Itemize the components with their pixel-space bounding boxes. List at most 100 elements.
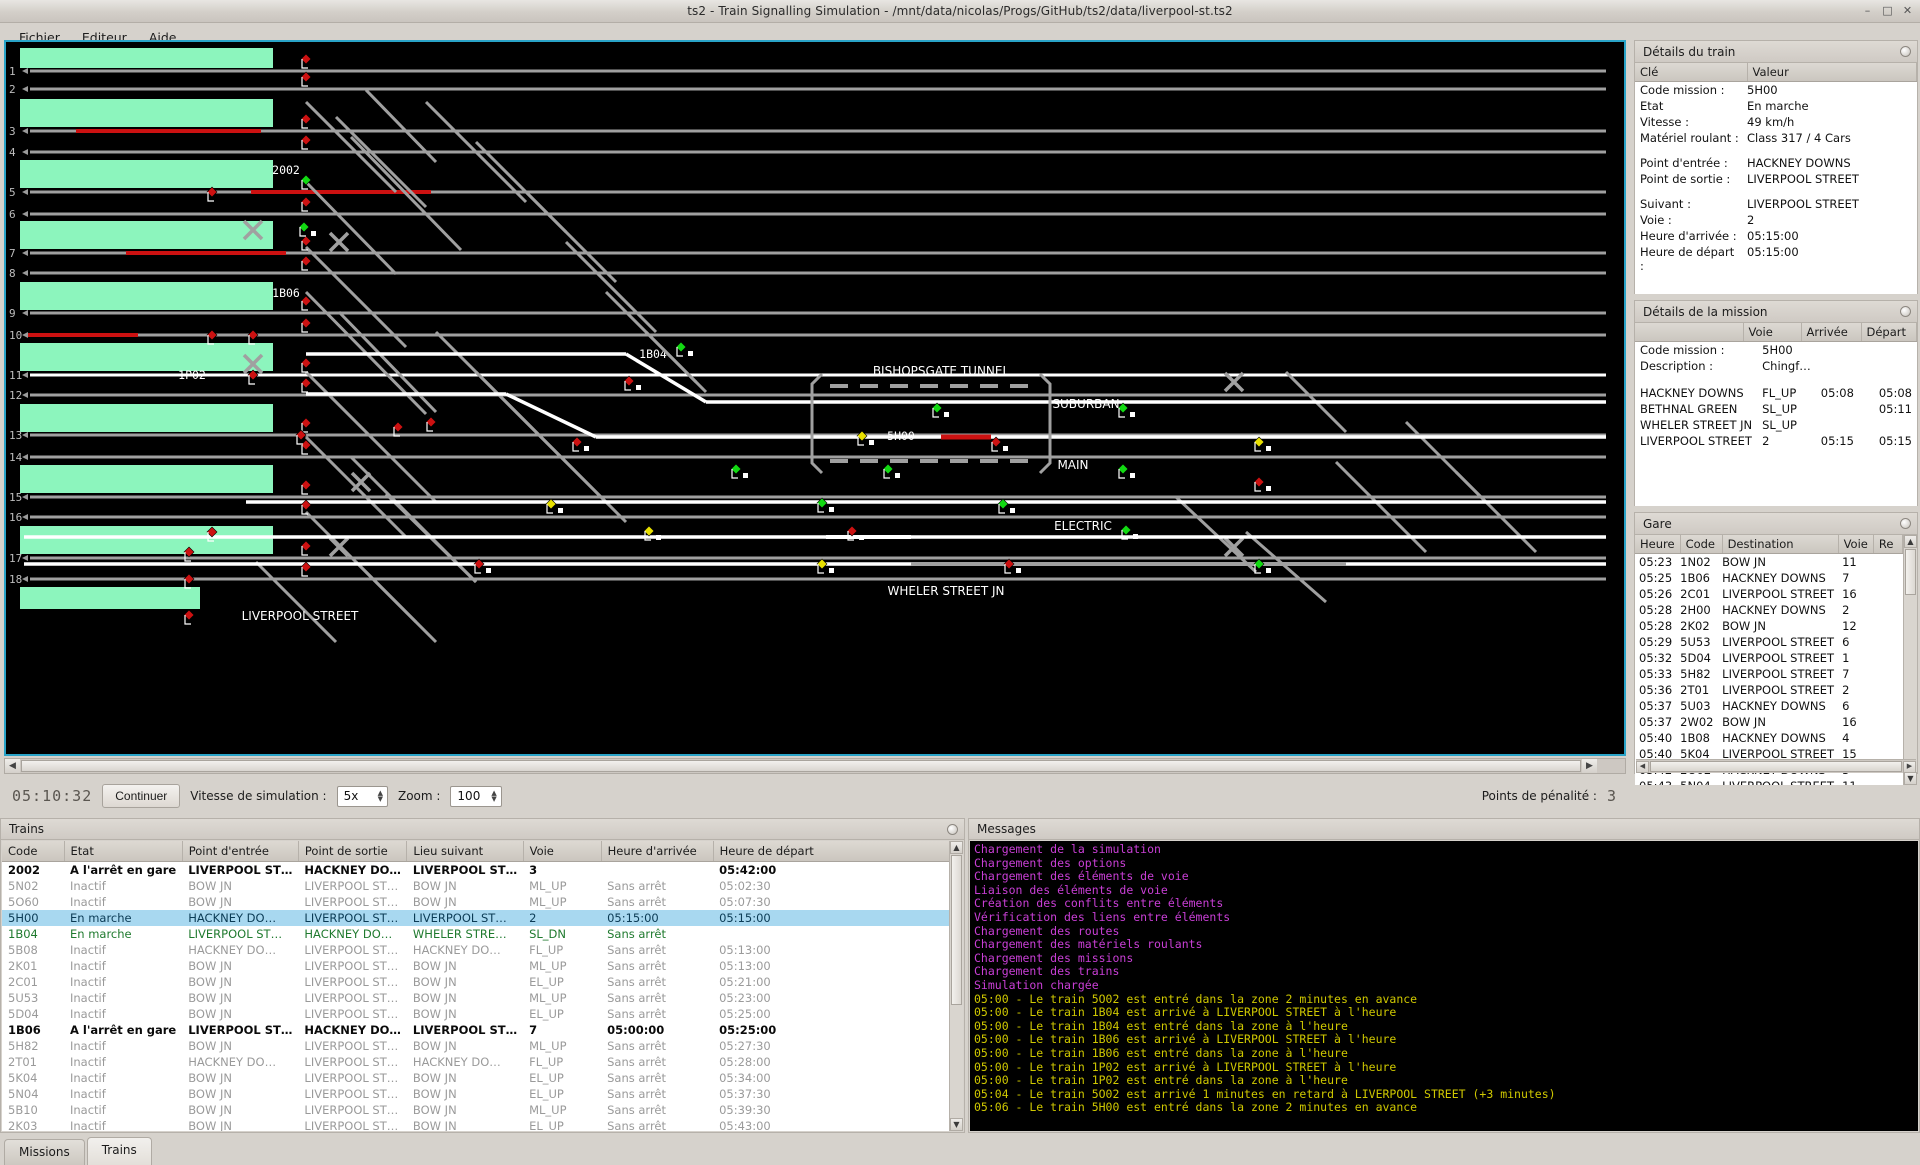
signal-red[interactable] [425, 416, 437, 432]
trains-table-row[interactable]: 5H82 Inactif BOW JN LIVERPOOL ST… BOW JN ML_U… [2, 1038, 950, 1054]
junction-diagonal[interactable] [254, 560, 338, 644]
trains-col-code[interactable]: Code [2, 841, 65, 862]
scroll-left-icon[interactable]: ◀ [5, 759, 20, 773]
trains-table-row[interactable]: 5N02 Inactif BOW JN LIVERPOOL ST… BOW JN ML_U… [2, 878, 950, 894]
tab-missions[interactable]: Missions [4, 1139, 85, 1165]
float-panel-icon[interactable] [1900, 46, 1911, 57]
mission-col-depart[interactable]: Départ [1861, 323, 1917, 342]
signal-red[interactable] [571, 436, 583, 452]
train-detail-row[interactable]: Voie : 2 [1635, 212, 1917, 228]
track-diagram-panel[interactable]: 1 2 3 4 5 6 7 8 9 10 11 12 13 14 15 16 17 18 2002 1B06 1P02 1… [4, 40, 1626, 756]
signal-green[interactable] [298, 221, 310, 237]
trains-table-row[interactable]: 5B08 Inactif HACKNEY DO… LIVERPOOL ST… HACKN… [2, 942, 950, 958]
float-panel-icon[interactable] [1900, 306, 1911, 317]
mission-header-row[interactable]: Description : Chingf… [1635, 358, 1917, 374]
trains-table-row[interactable]: 5O60 Inactif BOW JN LIVERPOOL ST… BOW JN ML_U… [2, 894, 950, 910]
trains-col-voie[interactable]: Voie [523, 841, 602, 862]
trains-col-arrivee[interactable]: Heure d'arrivée [601, 841, 714, 862]
scroll-thumb[interactable] [951, 855, 962, 1005]
trains-table-row[interactable]: 2002 A l'arrêt en gare LIVERPOOL ST… HACKNE… [2, 862, 950, 879]
mission-col-blank[interactable] [1635, 323, 1744, 342]
signal-red[interactable] [300, 540, 312, 556]
zoom-stepper-icon[interactable]: ▲ ▼ [491, 790, 498, 803]
trains-table-row[interactable]: 2T01 Inactif HACKNEY DO… LIVERPOOL ST… HACKN… [2, 1054, 950, 1070]
mission-col-arrivee[interactable]: Arrivée [1801, 323, 1862, 342]
signal-red[interactable] [247, 329, 259, 345]
signal-red[interactable] [206, 186, 218, 202]
scroll-down-icon[interactable]: ▼ [1904, 772, 1917, 785]
trains-table-row[interactable]: 2K03 Inactif BOW JN LIVERPOOL ST… BOW JN EL_U… [2, 1118, 950, 1131]
tab-trains[interactable]: Trains [86, 1137, 152, 1165]
gare-col-heure[interactable]: Heure [1635, 535, 1681, 554]
gare-row[interactable]: 05:435N04LIVERPOOL STREET11 [1635, 778, 1903, 785]
trains-table-row[interactable]: 5H00 En marche HACKNEY DO… LIVERPOOL ST… LIV… [2, 910, 950, 926]
trains-table-row[interactable]: 5B10 Inactif BOW JN LIVERPOOL ST… BOW JN ML_U… [2, 1102, 950, 1118]
mission-stop-row[interactable]: HACKNEY DOWNS FL_UP 05:08 05:08 [1635, 385, 1917, 401]
mission-stop-row[interactable]: WHELER STREET JN SL_UP [1635, 417, 1917, 433]
trains-table-row[interactable]: 2K01 Inactif BOW JN LIVERPOOL ST… BOW JN ML_U… [2, 958, 950, 974]
zoom-spinbox[interactable]: 100 ▲ ▼ [450, 785, 502, 807]
float-panel-icon[interactable] [1900, 518, 1911, 529]
diagram-horizontal-scrollbar[interactable]: ◀ ▶ [4, 758, 1626, 774]
trains-col-suivant[interactable]: Lieu suivant [406, 841, 524, 862]
trains-table-row[interactable]: 5U53 Inactif BOW JN LIVERPOOL ST… BOW JN ML_U… [2, 990, 950, 1006]
signal-green[interactable] [730, 463, 742, 479]
gare-row[interactable]: 05:29 5U53 LIVERPOOL STREET 6 [1635, 634, 1903, 650]
trains-col-sortie[interactable]: Point de sortie [298, 841, 408, 862]
signal-red[interactable] [206, 329, 218, 345]
scroll-thumb[interactable] [1650, 761, 1902, 772]
train-detail-row[interactable]: Matériel roulant : Class 317 / 4 Cars [1635, 130, 1917, 146]
trains-col-depart[interactable]: Heure de départ [713, 841, 951, 862]
train-detail-row[interactable]: Heure de départ : 05:15:00 [1635, 244, 1917, 274]
scroll-up-icon[interactable]: ▲ [950, 841, 963, 854]
trains-table-row[interactable]: 1B04 En marche LIVERPOOL ST… HACKNEY DO… WHE… [2, 926, 950, 942]
signal-green[interactable] [816, 497, 828, 513]
gare-row[interactable]: 05:37 2W02 BOW JN 16 [1635, 714, 1903, 730]
train-detail-row[interactable]: Point de sortie : LIVERPOOL STREET [1635, 171, 1917, 187]
signal-red[interactable] [300, 317, 312, 333]
minimize-icon[interactable]: – [1861, 4, 1874, 17]
continue-button[interactable]: Continuer [102, 784, 181, 808]
signal-red[interactable] [300, 196, 312, 212]
signal-red[interactable] [300, 71, 312, 87]
train-detail-row[interactable]: Point d'entrée : HACKNEY DOWNS [1635, 155, 1917, 171]
signal-red[interactable] [300, 255, 312, 271]
gare-row[interactable]: 05:26 2C01 LIVERPOOL STREET 16 [1635, 586, 1903, 602]
train-detail-row[interactable]: Code mission : 5H00 [1635, 82, 1917, 98]
trains-table-row[interactable]: 5K04 Inactif BOW JN LIVERPOOL ST… BOW JN EL_U… [2, 1070, 950, 1086]
junction-diagonal[interactable] [1174, 495, 1258, 574]
signal-yellow[interactable] [816, 558, 828, 574]
gare-row[interactable]: 05:28 2H00 HACKNEY DOWNS 2 [1635, 602, 1903, 618]
gare-vertical-scrollbar[interactable]: ▲ ▼ [1903, 535, 1917, 785]
scroll-thumb[interactable] [21, 760, 1581, 772]
speed-select[interactable]: 5x ▲ ▼ [336, 785, 388, 807]
gare-col-destination[interactable]: Destination [1722, 535, 1839, 554]
gare-col-code[interactable]: Code [1680, 535, 1723, 554]
maximize-icon[interactable]: □ [1881, 4, 1894, 17]
gare-row[interactable]: 05:33 5H82 LIVERPOOL STREET 7 [1635, 666, 1903, 682]
messages-log[interactable]: Chargement de la simulation Chargement de… [970, 841, 1918, 1131]
train-detail-row[interactable]: Suivant : LIVERPOOL STREET [1635, 196, 1917, 212]
gare-row[interactable]: 05:28 2K02 BOW JN 12 [1635, 618, 1903, 634]
scroll-right-icon[interactable]: ▶ [1903, 760, 1916, 773]
scroll-right-icon[interactable]: ▶ [1582, 759, 1597, 773]
signal-red[interactable] [1253, 476, 1265, 492]
trains-col-etat[interactable]: Etat [64, 841, 183, 862]
junction-diagonal[interactable] [304, 100, 398, 194]
signal-red[interactable] [300, 357, 312, 373]
train-detail-row[interactable]: Heure d'arrivée : 05:15:00 [1635, 228, 1917, 244]
speed-stepper-icon[interactable]: ▲ ▼ [378, 790, 385, 803]
trains-col-entree[interactable]: Point d'entrée [182, 841, 299, 862]
trains-vertical-scrollbar[interactable]: ▲ ▼ [949, 841, 963, 1131]
signal-red[interactable] [473, 558, 485, 574]
gare-row[interactable]: 05:36 2T01 LIVERPOOL STREET 2 [1635, 682, 1903, 698]
signal-red[interactable] [300, 377, 312, 393]
signal-red[interactable] [183, 609, 195, 625]
trains-table-scroll[interactable]: Code Etat Point d'entrée Point de sortie… [2, 841, 963, 1131]
gare-body[interactable]: Heure Code Destination Voie Re 05:23 1N02… [1635, 535, 1917, 785]
gare-row[interactable]: 05:23 1N02 BOW JN 11 [1635, 554, 1903, 570]
junction-diagonal[interactable] [564, 240, 658, 334]
float-panel-icon[interactable] [947, 823, 958, 835]
signal-green[interactable] [882, 463, 894, 479]
signal-red[interactable] [990, 436, 1002, 452]
